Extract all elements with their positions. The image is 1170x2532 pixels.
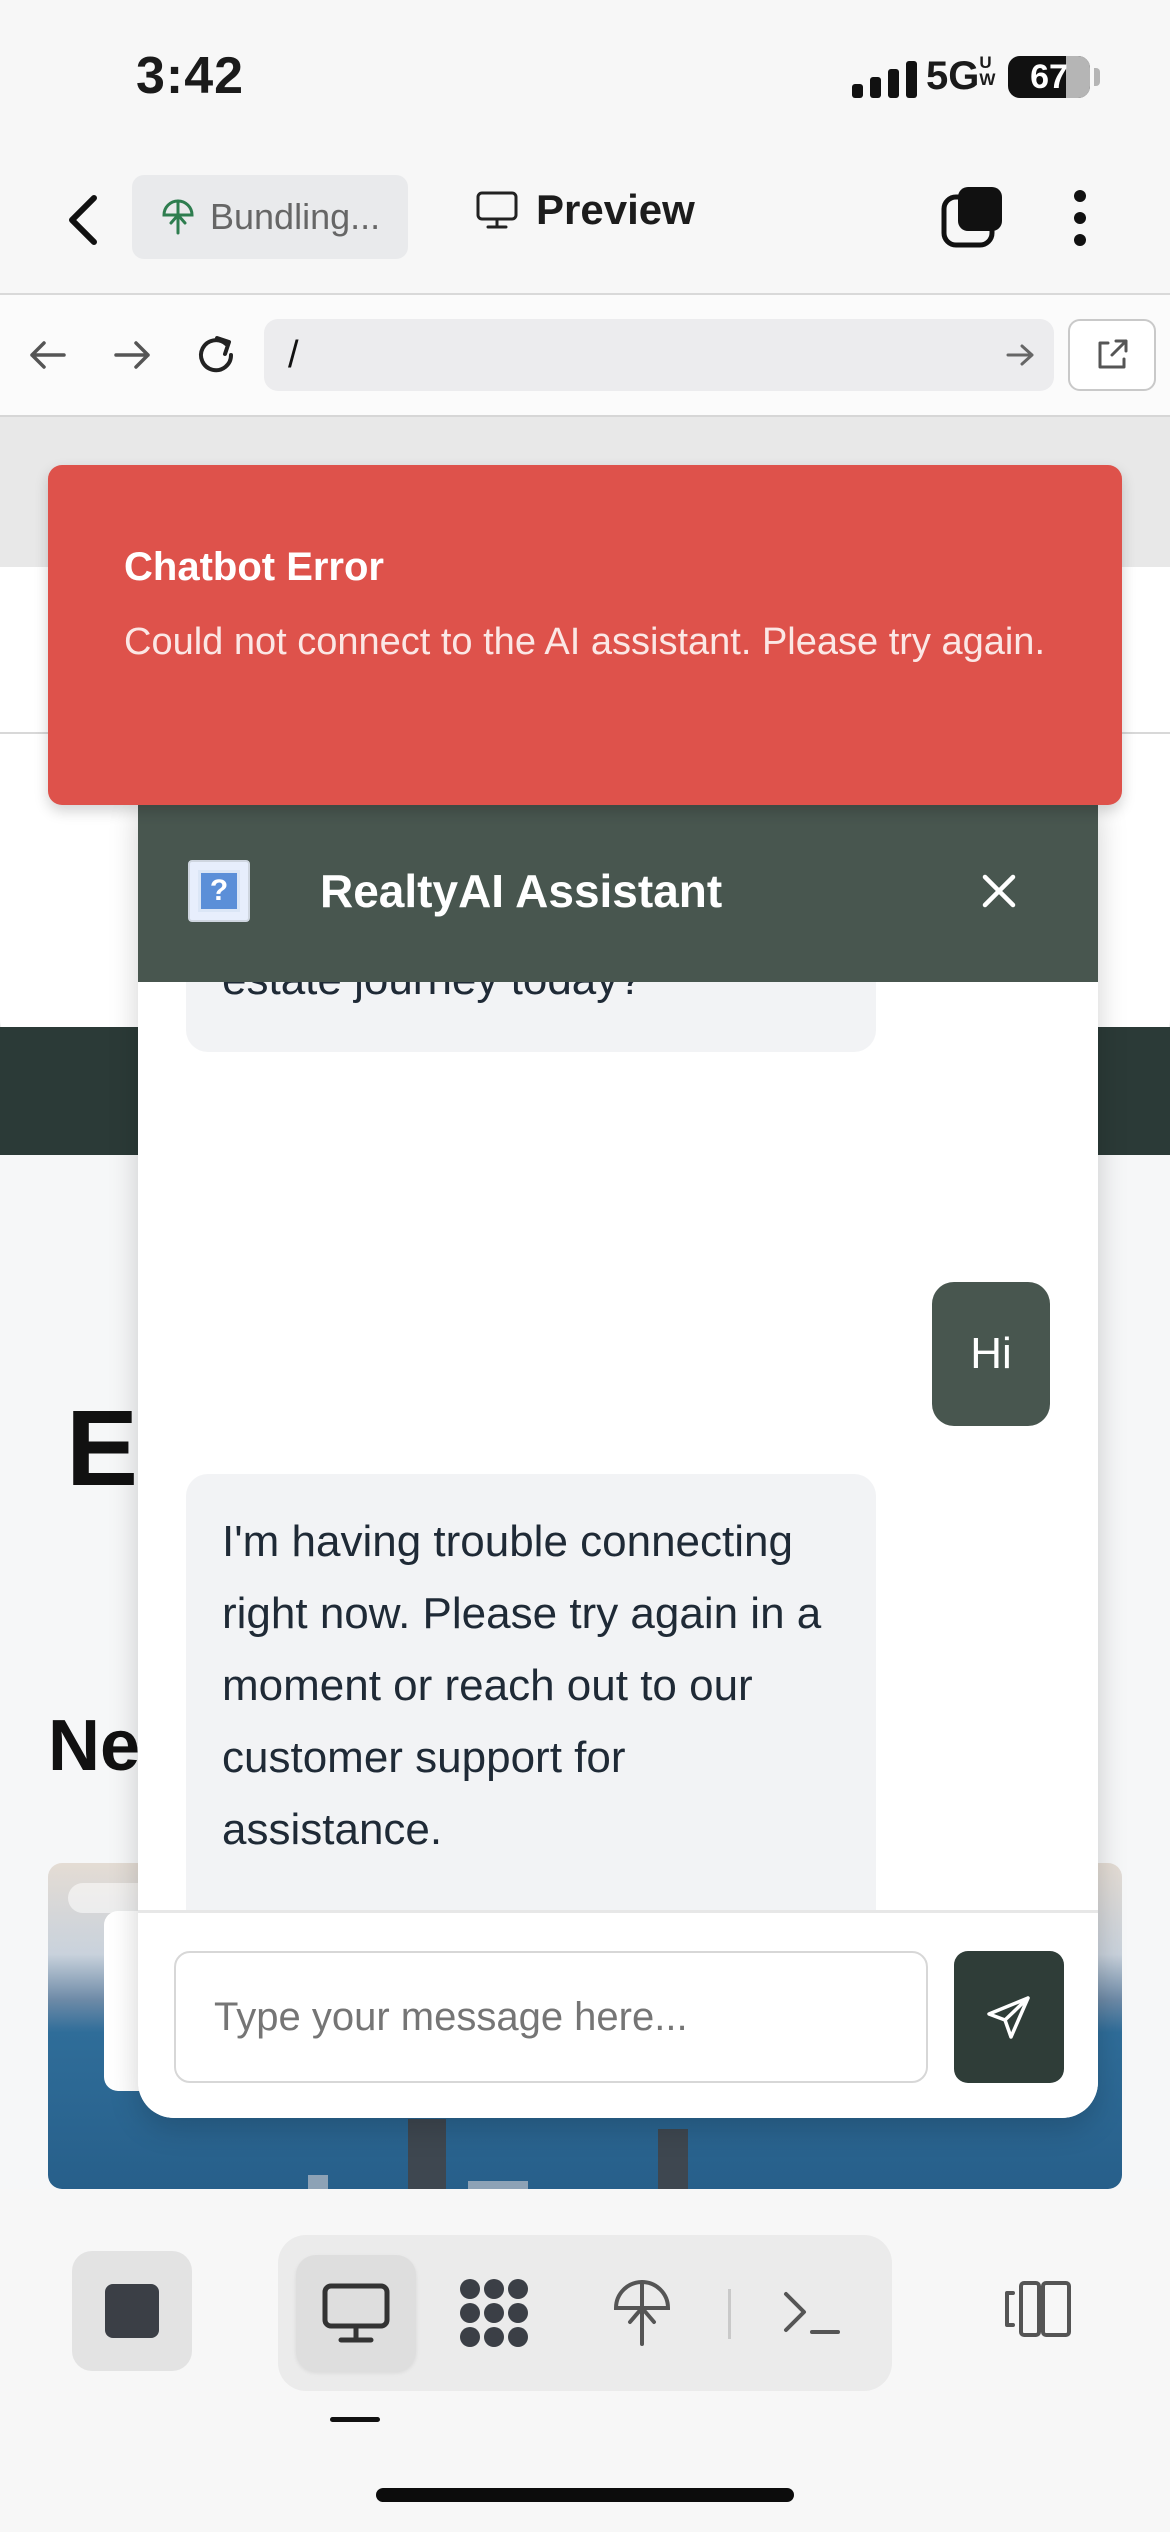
extensions-icon [460,2279,528,2347]
open-external-button[interactable] [1068,319,1156,391]
monitor-icon [322,2283,390,2343]
web-subheading: Ne [48,1706,141,1786]
arrow-left-icon [30,341,66,369]
terminal-view-button[interactable] [752,2255,872,2371]
chat-title: RealtyAI Assistant [320,865,723,917]
toolbar-divider [728,2289,731,2339]
deploy-status-label: Bundling... [210,196,381,237]
active-view-indicator [330,2417,380,2422]
nav-back-button[interactable] [18,325,78,385]
tabs-icon [941,187,1002,248]
deploy-status-chip[interactable]: Bundling... [132,175,408,259]
chat-messages[interactable]: estate journey today? Hi I'm having trou… [138,982,1098,1910]
extensions-view-button[interactable] [434,2255,554,2371]
preview-label: Preview [536,186,695,233]
error-toast[interactable]: Chatbot Error Could not connect to the A… [48,465,1122,805]
deploy-icon [613,2280,671,2346]
more-options-button[interactable] [1058,186,1102,250]
clock: 3:42 [136,47,245,105]
tabs-button[interactable] [940,185,1004,249]
battery-nub [1094,68,1100,86]
monitor-icon [476,191,518,229]
bot-avatar-icon: ? [188,860,250,922]
chat-widget: ? RealtyAI Assistant estate journey toda… [138,800,1098,2118]
status-bar: 3:42 5GUW 67 [0,0,1170,150]
network-indicator: 5GUW [926,54,995,99]
external-link-icon [1098,339,1128,369]
bottom-toolbar [0,2189,1170,2532]
go-arrow-icon[interactable] [1004,337,1036,373]
stop-icon [105,2284,159,2338]
url-text: / [288,334,299,376]
url-toolbar: / [0,295,1170,417]
send-icon [987,1996,1030,2039]
terminal-icon [784,2292,840,2334]
reload-icon [199,336,234,373]
reload-button[interactable] [186,325,246,385]
send-button[interactable] [954,1951,1064,2083]
arrow-right-icon [114,341,150,369]
home-indicator [376,2488,794,2502]
nav-forward-button[interactable] [102,325,162,385]
toast-title: Chatbot Error [124,545,384,589]
preview-view-button[interactable] [296,2255,416,2371]
network-label: 5G [926,54,980,98]
close-icon [982,874,1016,908]
user-message: Hi [932,1282,1050,1426]
signal-icon [852,58,917,98]
deploy-icon [162,199,194,235]
more-vertical-icon [1074,190,1086,246]
chat-message-input[interactable] [174,1951,928,2083]
toast-message: Could not connect to the AI assistant. P… [124,621,1045,663]
back-button[interactable] [60,190,110,250]
chevron-left-icon [69,195,97,245]
deploy-view-button[interactable] [582,2255,702,2371]
stop-button[interactable] [72,2251,192,2371]
preview-tab[interactable]: Preview [476,186,695,234]
panel-toggle-icon [1005,2281,1071,2337]
battery-level: 67 [1030,58,1068,96]
chat-close-button[interactable] [964,856,1034,926]
chat-header: ? RealtyAI Assistant [138,800,1098,982]
assistant-message: I'm having trouble connecting right now.… [186,1474,876,1910]
panel-toggle-button[interactable] [996,2259,1080,2359]
view-switcher [278,2235,892,2391]
chat-composer [138,1910,1098,2118]
battery-icon: 67 [1008,56,1090,98]
assistant-message: estate journey today? [186,982,876,1052]
app-header: Bundling... Preview [0,150,1170,295]
network-suffix: UW [979,53,996,89]
url-input[interactable]: / [264,319,1054,391]
question-mark-icon: ? [198,870,240,912]
